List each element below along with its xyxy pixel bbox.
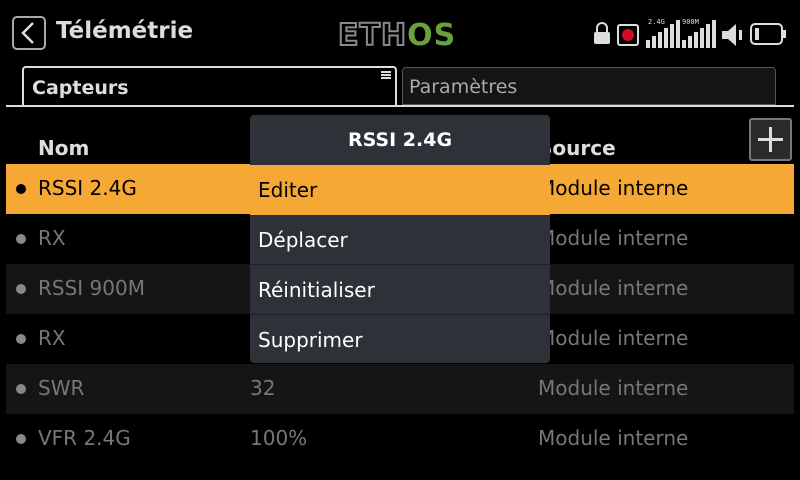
- row-source: Module interne: [538, 326, 689, 350]
- logo-text-left: ETH: [337, 17, 408, 54]
- tab-divider: [6, 105, 794, 107]
- row-source: Module interne: [538, 176, 689, 200]
- row-value: 100%: [250, 426, 308, 450]
- header-bar: Télémétrie ETHOS 2.4G 900M: [0, 0, 800, 62]
- row-name: SWR: [38, 376, 85, 400]
- row-bullet-icon: [16, 384, 26, 394]
- signal-24-label: 2.4G: [648, 18, 665, 26]
- row-value: 32: [250, 376, 276, 400]
- row-bullet-icon: [16, 234, 26, 244]
- logo-text-right: OS: [407, 18, 457, 53]
- chevron-left-icon: [21, 22, 34, 44]
- plus-icon: [758, 127, 783, 152]
- back-button[interactable]: [12, 16, 46, 50]
- row-name: RX: [38, 226, 66, 250]
- tab-parameters-label: Paramètres: [409, 76, 518, 98]
- menu-item-edit[interactable]: Editer: [250, 165, 550, 215]
- row-name: RX: [38, 326, 66, 350]
- signal-900-label: 900M: [682, 18, 699, 26]
- row-source: Module interne: [538, 226, 689, 250]
- menu-item-delete[interactable]: Supprimer: [250, 314, 550, 364]
- table-row[interactable]: VFR 2.4G 100% Module interne: [6, 414, 794, 464]
- lock-icon: [594, 22, 610, 44]
- row-name: VFR 2.4G: [38, 426, 131, 450]
- row-name: RSSI 900M: [38, 276, 145, 300]
- column-header-name: Nom: [38, 136, 90, 160]
- row-bullet-icon: [16, 184, 26, 194]
- row-name: RSSI 2.4G: [38, 176, 137, 200]
- record-icon: [617, 24, 639, 46]
- row-source: Module interne: [538, 426, 689, 450]
- row-bullet-icon: [16, 334, 26, 344]
- status-icons: 2.4G 900M: [592, 16, 792, 52]
- tab-sensors[interactable]: Capteurs: [22, 66, 397, 106]
- tab-sensors-label: Capteurs: [32, 77, 129, 99]
- speaker-icon[interactable]: [720, 22, 746, 48]
- battery-icon: [750, 23, 786, 45]
- row-source: Module interne: [538, 276, 689, 300]
- signal-24-icon: 2.4G: [644, 16, 684, 52]
- row-bullet-icon: [16, 434, 26, 444]
- context-menu: RSSI 2.4G Editer Déplacer Réinitialiser …: [250, 115, 550, 363]
- menu-item-reset[interactable]: Réinitialiser: [250, 264, 550, 314]
- context-menu-title: RSSI 2.4G: [347, 129, 453, 151]
- ethos-logo: ETHOS: [337, 17, 457, 54]
- hamburger-menu-icon[interactable]: [381, 70, 391, 80]
- menu-item-move[interactable]: Déplacer: [250, 215, 550, 265]
- table-row[interactable]: SWR 32 Module interne: [6, 364, 794, 414]
- row-source: Module interne: [538, 376, 689, 400]
- row-bullet-icon: [16, 284, 26, 294]
- add-sensor-button[interactable]: [749, 118, 792, 161]
- signal-900-icon: 900M: [680, 16, 720, 52]
- page-title: Télémétrie: [56, 18, 194, 44]
- tab-parameters[interactable]: Paramètres: [402, 67, 776, 105]
